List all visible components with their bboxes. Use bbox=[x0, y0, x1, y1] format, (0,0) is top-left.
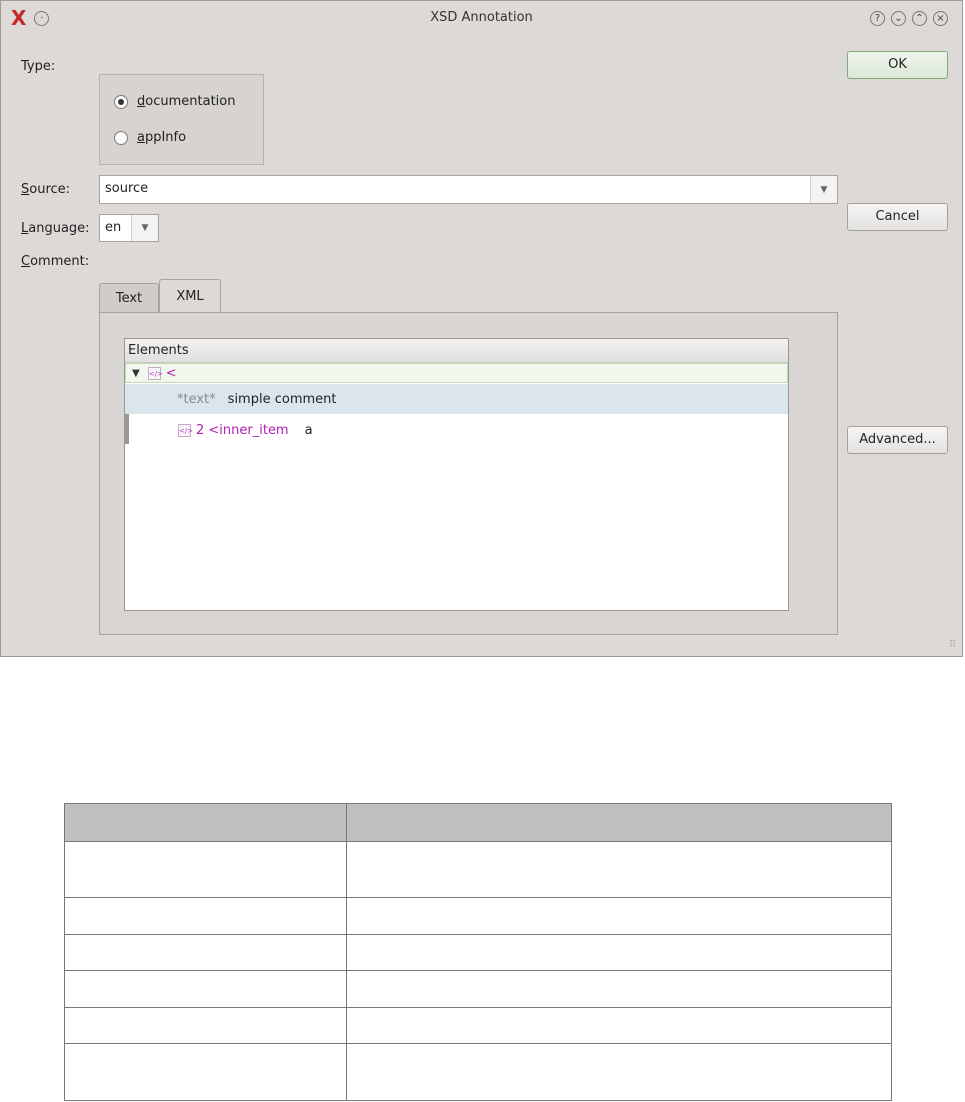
table-row bbox=[64, 1007, 892, 1044]
chevron-down-icon[interactable]: ▼ bbox=[810, 176, 837, 203]
radio-appinfo-label: appInfo bbox=[137, 130, 187, 145]
tab-xml[interactable]: XML bbox=[159, 279, 221, 313]
table-cell bbox=[346, 970, 892, 1008]
table-header-cell bbox=[346, 803, 892, 842]
table-row bbox=[64, 1043, 892, 1101]
table-row bbox=[64, 970, 892, 1008]
type-group: documentation appInfo bbox=[99, 74, 264, 165]
language-label: Language: bbox=[21, 221, 90, 236]
language-value[interactable]: en bbox=[105, 220, 121, 235]
tree-row-inner-item[interactable]: </> 2 <inner_item a bbox=[125, 415, 788, 445]
radio-indicator[interactable] bbox=[114, 94, 128, 109]
type-label: Type: bbox=[21, 59, 56, 74]
resize-grip-icon[interactable]: ⠿ bbox=[949, 640, 956, 650]
window-title: XSD Annotation bbox=[430, 10, 533, 25]
radio-indicator[interactable] bbox=[114, 130, 128, 145]
tree-row-root[interactable]: ▼ </> < bbox=[125, 363, 788, 383]
help-icon[interactable]: ? bbox=[870, 11, 885, 26]
table-cell bbox=[64, 934, 347, 971]
row-name: 2 <inner_item bbox=[196, 422, 289, 438]
table-row bbox=[64, 934, 892, 971]
table-cell bbox=[64, 841, 347, 898]
cancel-button[interactable]: Cancel bbox=[847, 203, 948, 231]
empty-table bbox=[64, 803, 892, 1101]
xml-tab-panel: Elements ▼ </> < *text* simple comment <… bbox=[99, 312, 838, 635]
table-cell bbox=[64, 1043, 347, 1101]
source-combobox[interactable]: source ▼ bbox=[99, 175, 838, 204]
tree-column-header[interactable]: Elements bbox=[125, 339, 788, 363]
row-value: a bbox=[304, 422, 313, 438]
table-cell bbox=[64, 897, 347, 935]
table-cell bbox=[346, 1007, 892, 1044]
title-bar: X · XSD Annotation ? ⌄ ⌃ × bbox=[1, 1, 962, 37]
ok-button[interactable]: OK bbox=[847, 51, 948, 79]
table-cell bbox=[346, 1043, 892, 1101]
comment-label: Comment: bbox=[21, 254, 90, 269]
table-cell bbox=[346, 934, 892, 971]
root-tag: < bbox=[165, 365, 177, 381]
row-name: *text* bbox=[177, 391, 216, 407]
xml-element-icon: </> bbox=[178, 423, 193, 437]
radio-appinfo[interactable]: appInfo bbox=[114, 130, 186, 145]
table-cell bbox=[346, 897, 892, 935]
minimize-icon[interactable]: ⌄ bbox=[891, 11, 906, 26]
tree-row-text[interactable]: *text* simple comment bbox=[125, 384, 788, 414]
maximize-icon[interactable]: ⌃ bbox=[912, 11, 927, 26]
language-combobox[interactable]: en ▼ bbox=[99, 214, 159, 242]
row-value: simple comment bbox=[227, 391, 337, 407]
expand-arrow-icon[interactable]: ▼ bbox=[132, 368, 140, 379]
advanced-button[interactable]: Advanced... bbox=[847, 426, 948, 454]
xml-element-icon: </> bbox=[147, 366, 163, 380]
radio-documentation-label: documentation bbox=[137, 94, 236, 109]
elements-tree[interactable]: Elements ▼ </> < *text* simple comment <… bbox=[124, 338, 789, 611]
xsd-annotation-dialog: X · XSD Annotation ? ⌄ ⌃ × Type: documen… bbox=[0, 0, 963, 657]
table-header-row bbox=[64, 803, 892, 842]
close-icon[interactable]: × bbox=[933, 11, 948, 26]
source-label: Source: bbox=[21, 182, 71, 197]
table-row bbox=[64, 897, 892, 935]
table-cell bbox=[64, 1007, 347, 1044]
chevron-down-icon[interactable]: ▼ bbox=[131, 215, 158, 241]
tab-text[interactable]: Text bbox=[99, 283, 159, 313]
table-row bbox=[64, 841, 892, 898]
table-cell bbox=[346, 841, 892, 898]
table-cell bbox=[64, 970, 347, 1008]
table-header-cell bbox=[64, 803, 347, 842]
source-value[interactable]: source bbox=[105, 181, 148, 196]
radio-documentation[interactable]: documentation bbox=[114, 94, 235, 109]
